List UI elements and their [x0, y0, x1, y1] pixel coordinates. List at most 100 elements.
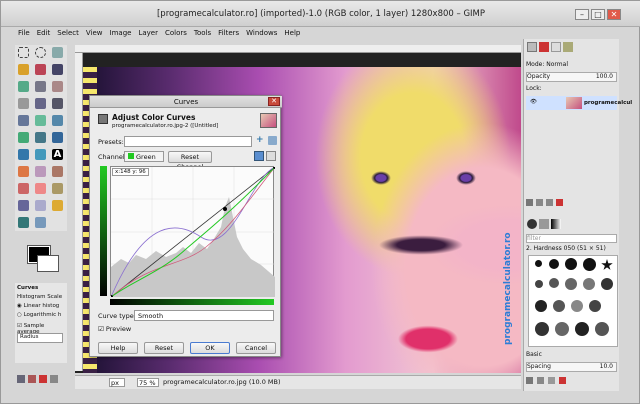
layers-tab-icon[interactable]	[527, 42, 537, 52]
brush-item[interactable]	[583, 278, 595, 290]
minimize-button[interactable]: –	[575, 9, 589, 20]
brush-item[interactable]	[565, 278, 577, 290]
perspective-tool-icon[interactable]	[52, 132, 63, 143]
channel-select[interactable]: Green	[124, 151, 164, 162]
cancel-button[interactable]: Cancel	[236, 342, 276, 354]
layer-mode[interactable]: Mode: Normal	[526, 61, 617, 68]
brush-item[interactable]	[535, 280, 543, 288]
menu-tools[interactable]: Tools	[193, 29, 212, 41]
patterns-tab-icon[interactable]	[539, 219, 549, 229]
menu-colors[interactable]: Colors	[164, 29, 188, 41]
ink-tool-icon[interactable]	[18, 200, 29, 211]
brush-item[interactable]	[535, 322, 549, 336]
new-layer-icon[interactable]	[526, 199, 533, 206]
brush-grid[interactable]	[528, 255, 618, 347]
brush-item[interactable]	[549, 278, 559, 288]
brushes-tab-icon[interactable]	[527, 219, 537, 229]
brush-item[interactable]	[565, 258, 577, 270]
smudge-tool-icon[interactable]	[18, 217, 29, 228]
bucket-fill-tool-icon[interactable]	[18, 166, 29, 177]
menu-image[interactable]: Image	[109, 29, 133, 41]
color-picker-tool-icon[interactable]	[52, 81, 63, 92]
free-select-tool-icon[interactable]	[52, 47, 63, 58]
menu-select[interactable]: Select	[56, 29, 80, 41]
add-preset-icon[interactable]: +	[256, 136, 265, 145]
restore-options-icon[interactable]	[28, 375, 36, 383]
crop-tool-icon[interactable]	[35, 115, 46, 126]
maximize-button[interactable]: □	[591, 9, 605, 20]
raise-layer-icon[interactable]	[536, 199, 543, 206]
delete-brush-icon[interactable]	[559, 377, 566, 384]
brush-filter-input[interactable]: filter	[526, 234, 617, 243]
log-histogram-radio[interactable]: ○ Logarithmic h	[17, 312, 61, 318]
move-tool-icon[interactable]	[52, 98, 63, 109]
close-button[interactable]: ✕	[607, 9, 621, 20]
menu-file[interactable]: File	[17, 29, 31, 41]
edit-brush-icon[interactable]	[526, 377, 533, 384]
duplicate-brush-icon[interactable]	[548, 377, 555, 384]
align-tool-icon[interactable]	[18, 115, 29, 126]
foreground-select-tool-icon[interactable]	[18, 81, 29, 92]
background-color-swatch[interactable]	[37, 255, 59, 272]
paths-tool-icon[interactable]	[35, 81, 46, 92]
brush-item[interactable]	[595, 322, 609, 336]
paintbrush-tool-icon[interactable]	[18, 183, 29, 194]
ellipse-select-tool-icon[interactable]	[35, 47, 46, 58]
brush-item[interactable]	[535, 300, 547, 312]
dodge-burn-tool-icon[interactable]	[35, 217, 46, 228]
menu-view[interactable]: View	[85, 29, 104, 41]
menu-help[interactable]: Help	[283, 29, 301, 41]
rect-select-tool-icon[interactable]	[18, 47, 29, 58]
fuzzy-select-tool-icon[interactable]	[18, 64, 29, 75]
zoom-tool-icon[interactable]	[18, 98, 29, 109]
brush-item[interactable]	[589, 300, 601, 312]
presets-menu-icon[interactable]	[268, 136, 277, 145]
measure-tool-icon[interactable]	[35, 98, 46, 109]
menu-filters[interactable]: Filters	[217, 29, 240, 41]
brush-item[interactable]	[535, 260, 542, 267]
linear-histogram-radio[interactable]: ◉ Linear histog	[17, 303, 59, 309]
menu-layer[interactable]: Layer	[137, 29, 159, 41]
zoom-select[interactable]: 75 %	[137, 378, 159, 387]
spacing-field[interactable]: Spacing 10.0	[526, 362, 617, 372]
linear-histogram-icon[interactable]	[254, 151, 264, 161]
log-histogram-icon[interactable]	[266, 151, 276, 161]
scissors-tool-icon[interactable]	[52, 64, 63, 75]
pencil-tool-icon[interactable]	[52, 166, 63, 177]
curves-close-button[interactable]: ✕	[268, 97, 280, 106]
paths-tab-icon[interactable]	[551, 42, 561, 52]
rotate-tool-icon[interactable]	[52, 115, 63, 126]
brush-item[interactable]	[549, 259, 559, 269]
scale-tool-icon[interactable]	[18, 132, 29, 143]
heal-tool-icon[interactable]	[52, 200, 63, 211]
lower-layer-icon[interactable]	[546, 199, 553, 206]
eye-icon[interactable]: 👁	[530, 99, 537, 105]
opacity-field[interactable]: Opacity 100.0	[526, 72, 617, 82]
undo-tab-icon[interactable]	[563, 42, 573, 52]
presets-combo[interactable]	[124, 136, 252, 147]
reset-button[interactable]: Reset	[144, 342, 184, 354]
brush-item[interactable]	[575, 322, 589, 336]
cage-tool-icon[interactable]	[35, 149, 46, 160]
blend-tool-icon[interactable]	[35, 166, 46, 177]
brush-item[interactable]	[571, 300, 583, 312]
brush-item[interactable]	[601, 278, 613, 290]
save-options-icon[interactable]	[17, 375, 25, 383]
flip-tool-icon[interactable]	[18, 149, 29, 160]
reset-channel-button[interactable]: Reset Channel	[168, 151, 212, 171]
brush-item[interactable]	[553, 300, 565, 312]
reset-options-icon[interactable]	[50, 375, 58, 383]
brush-item[interactable]	[583, 258, 596, 271]
delete-options-icon[interactable]	[39, 375, 47, 383]
curve-point[interactable]	[223, 207, 227, 211]
airbrush-tool-icon[interactable]	[52, 183, 63, 194]
shear-tool-icon[interactable]	[35, 132, 46, 143]
clone-tool-icon[interactable]	[35, 200, 46, 211]
eraser-tool-icon[interactable]	[35, 183, 46, 194]
preview-checkbox[interactable]: ☑ Preview	[98, 325, 131, 333]
menu-edit[interactable]: Edit	[36, 29, 52, 41]
curve-type-select[interactable]: Smooth	[134, 310, 274, 321]
select-by-color-tool-icon[interactable]	[35, 64, 46, 75]
layer-item[interactable]: 👁 programecalcul	[526, 96, 632, 110]
star-brush-icon[interactable]	[601, 259, 613, 270]
